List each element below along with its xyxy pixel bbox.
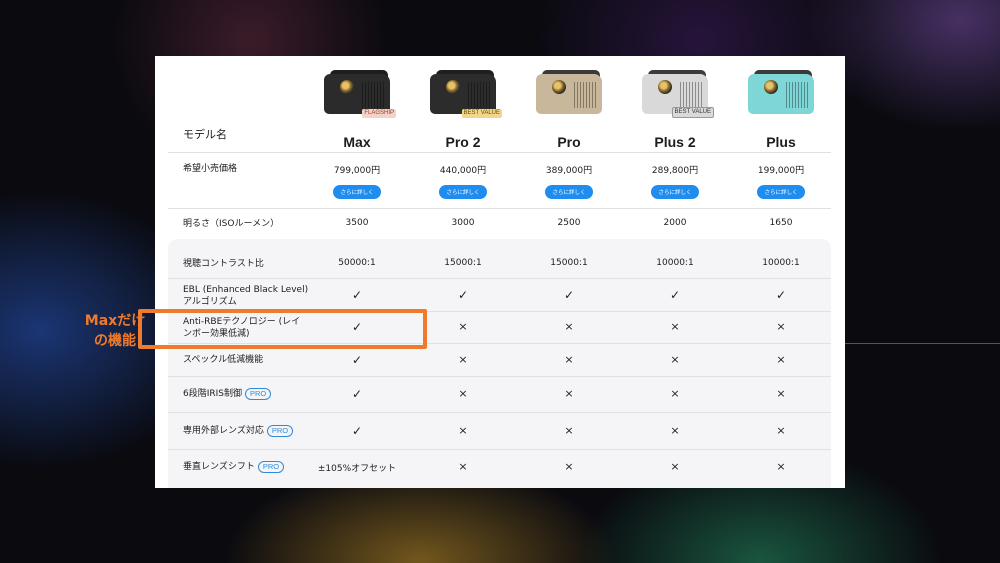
shift-pro2: × (458, 460, 468, 473)
iris-pro: × (564, 387, 574, 400)
ebl-plus2: ✓ (669, 288, 681, 302)
projector-image-pro2: BEST VALUE (430, 70, 502, 118)
price-pro2: 440,000円 さらに詳しく (411, 163, 515, 199)
divider (168, 449, 831, 450)
ebl-pro2: ✓ (457, 288, 469, 302)
comparison-table: FLAGSHIP Max BEST VALUE Pro 2 Pro BEST V… (155, 56, 845, 488)
model-name-max: Max (343, 134, 371, 150)
ebl-pro: ✓ (563, 288, 575, 302)
divider (168, 376, 831, 377)
contrast-pro2: 15000:1 (444, 258, 482, 268)
price-label: 希望小売価格 (183, 164, 238, 174)
contrast-plus2: 10000:1 (656, 258, 694, 268)
pro-tag: PRO (257, 461, 285, 473)
lens-plus2: × (670, 424, 680, 437)
pro-tag: PRO (245, 388, 272, 400)
lens-pro2: × (458, 424, 468, 437)
iris-label: 6段階IRIS制御 PRO (183, 388, 272, 400)
model-name-pro2: Pro 2 (445, 134, 481, 150)
anti-rbe-plus2: × (670, 320, 680, 333)
brightness-label: 明るさ（ISOルーメン） (183, 219, 280, 229)
brightness-plus2: 2000 (663, 218, 687, 228)
price-plus2: 289,800円 さらに詳しく (623, 163, 727, 199)
divider (168, 208, 831, 209)
divider (845, 343, 1000, 344)
contrast-max: 50000:1 (338, 258, 376, 268)
model-column-plus: Plus (729, 56, 833, 150)
ebl-plus: ✓ (775, 288, 787, 302)
brightness-max: 3500 (345, 218, 369, 228)
projector-image-max: FLAGSHIP (324, 70, 396, 118)
projector-image-pro (536, 70, 602, 114)
iris-plus2: × (670, 387, 680, 400)
shift-plus2: × (670, 460, 680, 473)
shift-plus: × (776, 460, 786, 473)
model-column-plus2: BEST VALUE Plus 2 (623, 56, 727, 150)
speckle-plus2: × (670, 353, 680, 366)
details-button-plus[interactable]: さらに詳しく (757, 185, 805, 199)
contrast-pro: 15000:1 (550, 258, 588, 268)
model-name-plus2: Plus 2 (654, 134, 696, 150)
ebl-max: ✓ (351, 288, 363, 302)
details-button-plus2[interactable]: さらに詳しく (651, 185, 699, 199)
brightness-pro: 2500 (557, 218, 581, 228)
ebl-label: EBL (Enhanced Black Level) アルゴリズム (183, 285, 309, 307)
brightness-pro2: 3000 (451, 218, 475, 228)
contrast-label: 視聴コントラスト比 (183, 259, 264, 269)
details-button-pro[interactable]: さらに詳しく (545, 185, 593, 199)
model-label: モデル名 (183, 128, 227, 141)
lens-pro: × (564, 424, 574, 437)
price-pro: 389,000円 さらに詳しく (517, 163, 621, 199)
model-name-pro: Pro (557, 134, 581, 150)
external-lens-label: 専用外部レンズ対応 PRO (183, 425, 294, 437)
anti-rbe-pro: × (564, 320, 574, 333)
model-column-pro2: BEST VALUE Pro 2 (411, 56, 515, 150)
badge-best-value: BEST VALUE (461, 109, 502, 118)
iris-pro2: × (458, 387, 468, 400)
pro-tag: PRO (266, 425, 294, 437)
contrast-plus: 10000:1 (762, 258, 800, 268)
badge-flagship: FLAGSHIP (362, 109, 396, 118)
lens-plus: × (776, 424, 786, 437)
speckle-plus: × (776, 353, 786, 366)
badge-best-value: BEST VALUE (671, 107, 714, 118)
speckle-pro2: × (458, 353, 468, 366)
divider (168, 278, 831, 279)
projector-image-plus (748, 70, 814, 114)
shift-max: ±105%オフセット (317, 464, 397, 474)
model-column-max: FLAGSHIP Max (305, 56, 409, 150)
anti-rbe-plus: × (776, 320, 786, 333)
divider (168, 412, 831, 413)
highlight-box (138, 309, 427, 349)
lens-max: ✓ (351, 424, 363, 438)
details-button-max[interactable]: さらに詳しく (333, 185, 381, 199)
divider (168, 152, 831, 153)
brightness-plus: 1650 (769, 218, 793, 228)
price-plus: 199,000円 さらに詳しく (729, 163, 833, 199)
highlight-caption: Maxだけ の機能 (84, 313, 146, 349)
speckle-pro: × (564, 353, 574, 366)
speckle-max: ✓ (351, 353, 363, 367)
model-name-plus: Plus (766, 134, 796, 150)
model-column-pro: Pro (517, 56, 621, 150)
details-button-pro2[interactable]: さらに詳しく (439, 185, 487, 199)
shift-pro: × (564, 460, 574, 473)
iris-max: ✓ (351, 387, 363, 401)
iris-plus: × (776, 387, 786, 400)
price-max: 799,000円 さらに詳しく (305, 163, 409, 199)
projector-image-plus2: BEST VALUE (642, 70, 714, 118)
speckle-label: スペックル低減機能 (183, 355, 264, 365)
lens-shift-label: 垂直レンズシフト PRO (183, 461, 285, 473)
